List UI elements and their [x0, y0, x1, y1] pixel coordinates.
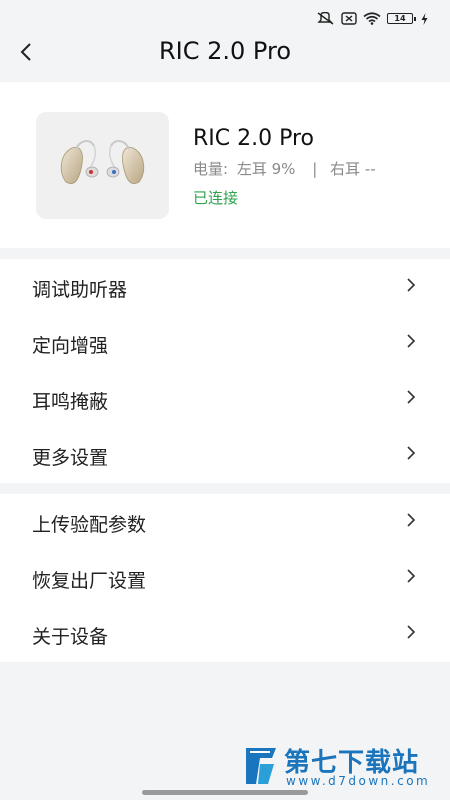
- chevron-right-icon: [407, 446, 416, 460]
- chevron-right-icon: [407, 625, 416, 639]
- menu-item-directional-enhance[interactable]: 定向增强: [0, 315, 450, 371]
- chevron-right-icon: [407, 278, 416, 292]
- header: RIC 2.0 Pro: [0, 28, 450, 80]
- menu-group-device: 上传验配参数 恢复出厂设置 关于设备: [0, 494, 450, 662]
- sim-off-icon: [341, 12, 357, 25]
- page-title: RIC 2.0 Pro: [158, 37, 291, 65]
- mute-vibrate-icon: [317, 12, 334, 25]
- status-bar: 14: [0, 0, 450, 28]
- battery-info: 电量: 左耳 9% | 右耳 --: [193, 158, 380, 179]
- charging-icon: [421, 12, 428, 25]
- menu-item-tinnitus-masking[interactable]: 耳鸣掩蔽: [0, 371, 450, 427]
- menu-item-label: 恢复出厂设置: [32, 570, 147, 592]
- watermark: 第七下载站 www.d7down.com: [242, 742, 442, 792]
- battery-separator: |: [312, 160, 318, 178]
- device-card[interactable]: RIC 2.0 Pro 电量: 左耳 9% | 右耳 -- 已连接: [0, 82, 450, 248]
- hearing-aid-image: [36, 112, 169, 219]
- wifi-icon: [363, 12, 381, 25]
- menu-group-settings: 调试助听器 定向增强 耳鸣掩蔽 更多设置: [0, 259, 450, 483]
- device-name: RIC 2.0 Pro: [193, 126, 315, 151]
- status-icons: 14: [317, 12, 428, 25]
- battery-icon: 14: [387, 13, 416, 24]
- menu-item-about-device[interactable]: 关于设备: [0, 606, 450, 662]
- right-ear-battery: 右耳 --: [330, 160, 376, 178]
- menu-item-label: 调试助听器: [32, 279, 128, 301]
- watermark-logo-icon: [246, 748, 276, 784]
- left-ear-battery: 左耳 9%: [236, 160, 296, 178]
- chevron-right-icon: [407, 334, 416, 348]
- menu-item-label: 上传验配参数: [32, 514, 147, 536]
- menu-item-label: 关于设备: [32, 626, 109, 648]
- menu-item-upload-fitting-params[interactable]: 上传验配参数: [0, 494, 450, 550]
- watermark-url: www.d7down.com: [286, 774, 431, 788]
- menu-item-label: 更多设置: [32, 447, 109, 469]
- menu-item-label: 耳鸣掩蔽: [32, 391, 109, 413]
- home-indicator[interactable]: [142, 790, 308, 795]
- chevron-right-icon: [407, 390, 416, 404]
- connection-status: 已连接: [193, 189, 239, 207]
- battery-label: 电量:: [193, 160, 229, 178]
- menu-item-factory-reset[interactable]: 恢复出厂设置: [0, 550, 450, 606]
- menu-item-more-settings[interactable]: 更多设置: [0, 427, 450, 483]
- menu-item-debug-hearing-aid[interactable]: 调试助听器: [0, 259, 450, 315]
- chevron-right-icon: [407, 569, 416, 583]
- menu-item-label: 定向增强: [32, 335, 109, 357]
- chevron-right-icon: [407, 513, 416, 527]
